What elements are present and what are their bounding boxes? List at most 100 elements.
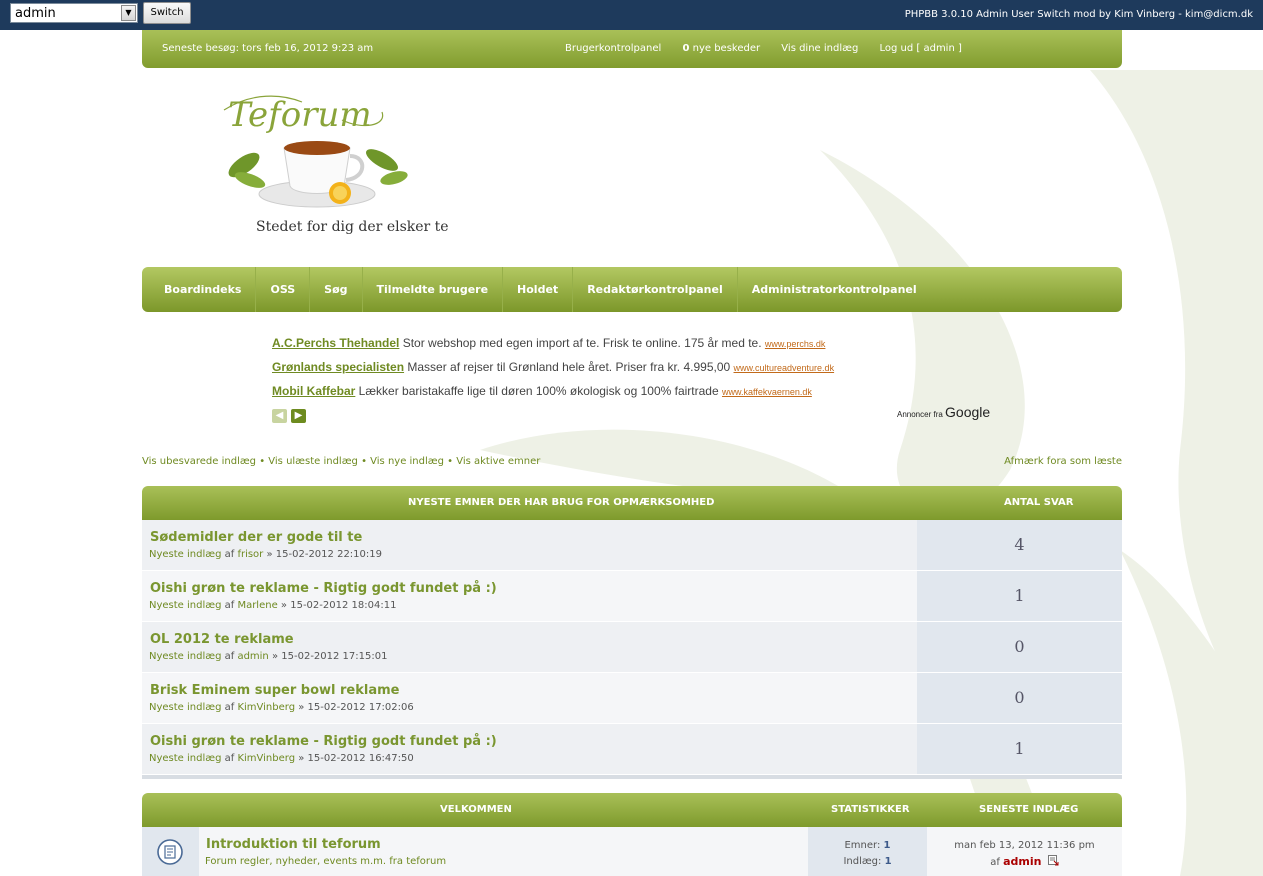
last-post-author-line: af admin <box>927 854 1122 871</box>
ad-url-link[interactable]: www.cultureadventure.dk <box>734 363 835 373</box>
nav-item-acp[interactable]: Administratorkontrolpanel <box>738 267 931 312</box>
separator: • <box>443 456 457 467</box>
google-ads-block: A.C.Perchs Thehandel Stor webshop med eg… <box>272 335 992 423</box>
teforum-logo[interactable]: Teforum Teforum <box>222 90 412 215</box>
topic-date: 15-02-2012 18:04:11 <box>290 600 397 611</box>
forum-status-icon-cell <box>142 827 199 876</box>
switch-button[interactable]: Switch <box>143 2 191 24</box>
meta-arrow: » <box>263 549 276 560</box>
ad-title-link[interactable]: Grønlands specialisten <box>272 360 404 374</box>
meta-arrow: » <box>295 753 308 764</box>
own-posts-link[interactable]: Vis dine indlæg <box>781 43 858 54</box>
meta-by: af <box>221 702 238 713</box>
nav-item-faq[interactable]: OSS <box>256 267 311 312</box>
site-slogan: Stedet for dig der elsker te <box>256 219 449 235</box>
nav-item-members[interactable]: Tilmeldte brugere <box>363 267 504 312</box>
meta-prefix: Nyeste indlæg <box>149 753 222 764</box>
ucp-link[interactable]: Brugerkontrolpanel <box>565 43 661 54</box>
admin-switch-bar: admin ▼ Switch PHPBB 3.0.10 Admin User S… <box>0 0 1263 30</box>
ads-by-google-link[interactable]: Annoncer fra Google <box>897 404 990 420</box>
ad-item: Grønlands specialisten Masser af rejser … <box>272 359 992 383</box>
nav-item-board-index[interactable]: Boardindeks <box>150 267 257 312</box>
forum-stats: Emner: 1 Indlæg: 1 <box>808 827 927 876</box>
chevron-down-icon[interactable]: ▼ <box>121 5 136 21</box>
reply-count: 1 <box>917 724 1122 774</box>
meta-by: af <box>221 651 238 662</box>
reply-count: 1 <box>917 571 1122 621</box>
topic-title-link[interactable]: OL 2012 te reklame <box>150 632 294 647</box>
meta-arrow: » <box>295 702 308 713</box>
unanswered-posts-link[interactable]: Vis ubesvarede indlæg <box>142 456 256 467</box>
meta-prefix: Nyeste indlæg <box>149 600 222 611</box>
column-header-last-post: SENESTE INDLÆG <box>979 804 1079 815</box>
posts-stat-value: 1 <box>884 856 892 867</box>
topic-meta: Nyeste indlæg af admin » 15-02-2012 17:1… <box>149 651 387 662</box>
top-user-bar: Seneste besøg: tors feb 16, 2012 9:23 am… <box>142 30 1122 68</box>
chevron-left-icon[interactable]: ◀ <box>272 409 287 423</box>
topic-author-link[interactable]: Marlene <box>237 600 277 611</box>
table-row: Sødemidler der er gode til te Nyeste ind… <box>142 520 1122 571</box>
nav-item-team[interactable]: Holdet <box>503 267 574 312</box>
forum-description: Forum regler, nyheder, events m.m. fra t… <box>205 856 447 867</box>
table-header: NYESTE EMNER DER HAR BRUG FOR OPMÆRKSOMH… <box>142 486 1122 520</box>
table-row: Oishi grøn te reklame - Rigtig godt fund… <box>142 571 1122 622</box>
separator: • <box>357 456 371 467</box>
column-header-stats: STATISTIKKER <box>831 804 910 815</box>
topic-author-link[interactable]: KimVinberg <box>237 702 295 713</box>
ad-item: A.C.Perchs Thehandel Stor webshop med eg… <box>272 335 992 359</box>
last-post-date: man feb 13, 2012 11:36 pm <box>954 840 1095 851</box>
pm-label: nye beskeder <box>689 43 761 54</box>
topic-author-link[interactable]: frisor <box>237 549 263 560</box>
active-topics-link[interactable]: Vis aktive emner <box>456 456 540 467</box>
ad-title-link[interactable]: Mobil Kaffebar <box>272 384 355 398</box>
forum-read-icon <box>157 839 183 865</box>
topic-title-link[interactable]: Sødemidler der er gode til te <box>150 530 362 545</box>
chevron-right-icon[interactable]: ▶ <box>291 409 306 423</box>
topic-date: 15-02-2012 16:47:50 <box>307 753 414 764</box>
ad-text: Masser af rejser til Grønland hele året.… <box>404 360 734 374</box>
forum-title-link[interactable]: Introduktion til teforum <box>206 837 381 852</box>
category-title-link[interactable]: VELKOMMEN <box>440 804 512 815</box>
topics-stat-value: 1 <box>883 840 891 851</box>
unread-posts-link[interactable]: Vis ulæste indlæg <box>268 456 358 467</box>
nav-item-search[interactable]: Søg <box>310 267 363 312</box>
ad-url-link[interactable]: www.kaffekvaernen.dk <box>722 387 812 397</box>
table-row: OL 2012 te reklame Nyeste indlæg af admi… <box>142 622 1122 673</box>
topic-meta: Nyeste indlæg af KimVinberg » 15-02-2012… <box>149 753 414 764</box>
user-links: Brugerkontrolpanel 0 nye beskeder Vis di… <box>565 43 980 54</box>
main-navbar: Boardindeks OSS Søg Tilmeldte brugere Ho… <box>142 267 1122 312</box>
topic-meta: Nyeste indlæg af KimVinberg » 15-02-2012… <box>149 702 414 713</box>
topic-date: 15-02-2012 17:15:01 <box>281 651 388 662</box>
user-switch-select-value: admin <box>15 6 56 21</box>
ad-url-link[interactable]: www.perchs.dk <box>765 339 826 349</box>
table-footer <box>142 775 1122 779</box>
view-latest-post-icon[interactable] <box>1047 855 1059 866</box>
meta-prefix: Nyeste indlæg <box>149 651 222 662</box>
topic-date: 15-02-2012 17:02:06 <box>307 702 414 713</box>
reply-count: 0 <box>917 622 1122 672</box>
topic-title-link[interactable]: Oishi grøn te reklame - Rigtig godt fund… <box>150 581 497 596</box>
table-header: VELKOMMEN STATISTIKKER SENESTE INDLÆG <box>142 793 1122 827</box>
topic-author-link[interactable]: KimVinberg <box>237 753 295 764</box>
logout-link[interactable]: Log ud [ admin ] <box>879 43 961 54</box>
mark-forums-read-link[interactable]: Afmærk fora som læste <box>1004 456 1122 467</box>
forum-category-table: VELKOMMEN STATISTIKKER SENESTE INDLÆG In… <box>142 793 1122 876</box>
last-post-author-link[interactable]: admin <box>1003 855 1041 868</box>
topic-title-link[interactable]: Brisk Eminem super bowl reklame <box>150 683 399 698</box>
reply-count: 0 <box>917 673 1122 723</box>
meta-prefix: Nyeste indlæg <box>149 549 222 560</box>
page-wrapper: Seneste besøg: tors feb 16, 2012 9:23 am… <box>142 30 1122 876</box>
topic-title-link[interactable]: Oishi grøn te reklame - Rigtig godt fund… <box>150 734 497 749</box>
private-messages-link[interactable]: 0 nye beskeder <box>682 43 760 54</box>
separator: • <box>256 456 269 467</box>
new-posts-link[interactable]: Vis nye indlæg <box>370 456 444 467</box>
posts-stat-label: Indlæg: <box>843 856 885 867</box>
meta-arrow: » <box>277 600 291 611</box>
user-switch-select[interactable]: admin ▼ <box>10 3 138 23</box>
nav-item-mcp[interactable]: Redaktørkontrolpanel <box>573 267 738 312</box>
topic-author-link[interactable]: admin <box>237 651 268 662</box>
table-row: Oishi grøn te reklame - Rigtig godt fund… <box>142 724 1122 775</box>
ad-title-link[interactable]: A.C.Perchs Thehandel <box>272 336 399 350</box>
google-brand: Google <box>945 404 991 420</box>
topics-stat-label: Emner: <box>844 840 884 851</box>
